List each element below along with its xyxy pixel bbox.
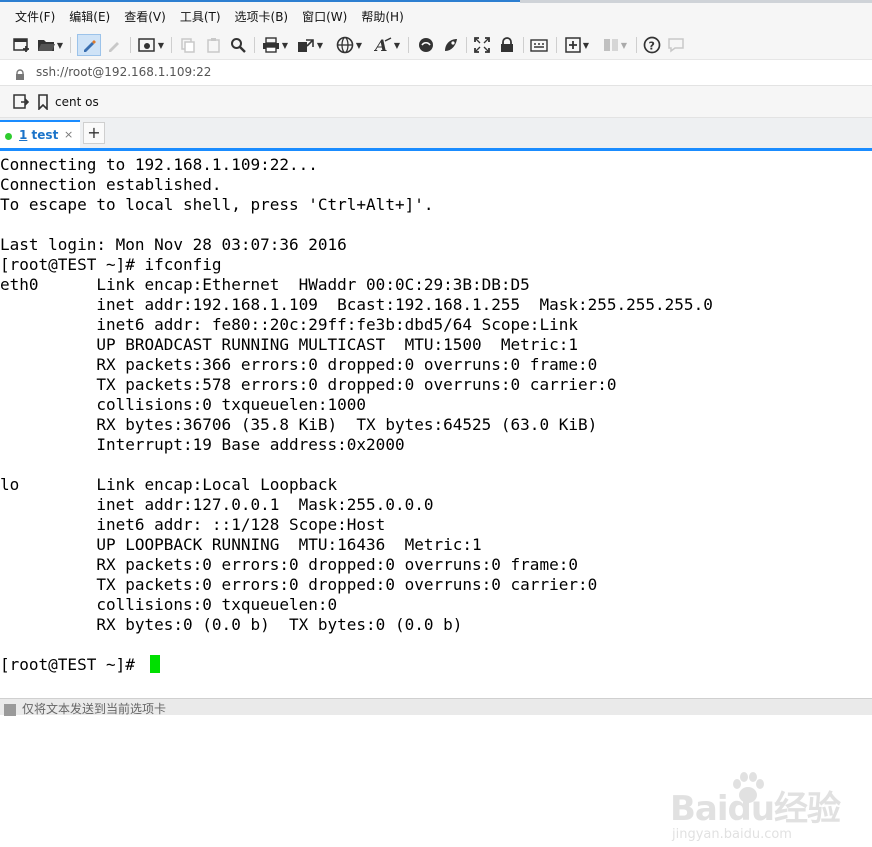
xftp-icon[interactable]	[440, 35, 462, 55]
new-tab-icon[interactable]: ▼	[562, 35, 592, 55]
terminal-line: Connection established.	[0, 175, 222, 194]
layout-icon: ▼	[600, 35, 630, 55]
tab-title: 1 test	[19, 128, 59, 142]
print-icon[interactable]: ▼	[260, 35, 290, 55]
chat-icon	[666, 35, 686, 55]
tab-bar: 1 test × +	[0, 118, 872, 148]
terminal-line: Last login: Mon Nov 28 03:07:36 2016	[0, 235, 347, 254]
terminal-line: To escape to local shell, press 'Ctrl+Al…	[0, 195, 434, 214]
terminal-line: lo Link encap:Local Loopback	[0, 475, 338, 494]
terminal-line: inet addr:192.168.1.109 Bcast:192.168.1.…	[0, 295, 713, 314]
terminal-line: RX packets:0 errors:0 dropped:0 overruns…	[0, 555, 578, 574]
find-icon[interactable]	[228, 35, 248, 55]
menu-window[interactable]: 窗口(W)	[295, 4, 354, 30]
terminal-line: inet6 addr: fe80::20c:29ff:fe3b:dbd5/64 …	[0, 315, 578, 334]
terminal-line: collisions:0 txqueuelen:0	[0, 595, 338, 614]
svg-text:A: A	[374, 37, 387, 53]
transfer-icon[interactable]: ▼	[296, 35, 324, 55]
terminal-line: TX packets:0 errors:0 dropped:0 overruns…	[0, 575, 598, 594]
terminal-line: eth0 Link encap:Ethernet HWaddr 00:0C:29…	[0, 275, 530, 294]
terminal-line: collisions:0 txqueuelen:1000	[0, 395, 367, 414]
terminal-line: RX packets:366 errors:0 dropped:0 overru…	[0, 355, 598, 374]
send-mode-icon[interactable]	[4, 704, 16, 716]
toolbar: ▼ ▼ ▼ ▼ ▼ A ▼ ▼ ▼ ?	[0, 30, 872, 60]
terminal-line: Connecting to 192.168.1.109:22...	[0, 155, 318, 174]
terminal-line: UP LOOPBACK RUNNING MTU:16436 Metric:1	[0, 535, 482, 554]
address-bar: ssh://root@192.168.1.109:22	[0, 60, 872, 86]
menu-view[interactable]: 查看(V)	[117, 4, 173, 30]
menu-bar: 文件(F) 编辑(E) 查看(V) 工具(T) 选项卡(B) 窗口(W) 帮助(…	[0, 4, 872, 30]
session-bar: cent os	[0, 86, 872, 118]
close-tab-icon[interactable]: ×	[64, 122, 73, 148]
terminal-cursor	[150, 655, 160, 673]
menu-tools[interactable]: 工具(T)	[173, 4, 228, 30]
connected-status-dot	[5, 133, 12, 140]
script-icon[interactable]	[415, 35, 437, 55]
session-link-cent-os[interactable]: cent os	[55, 86, 99, 118]
terminal-line: UP BROADCAST RUNNING MULTICAST MTU:1500 …	[0, 335, 578, 354]
terminal-line: Interrupt:19 Base address:0x2000	[0, 435, 405, 454]
new-session-icon[interactable]	[12, 35, 32, 55]
svg-text:?: ?	[649, 40, 655, 53]
menu-edit[interactable]: 编辑(E)	[62, 4, 117, 30]
status-bar: 仅将文本发送到当前选项卡	[0, 698, 872, 716]
terminal-line: TX packets:578 errors:0 dropped:0 overru…	[0, 375, 617, 394]
terminal-output[interactable]: Connecting to 192.168.1.109:22... Connec…	[0, 151, 872, 842]
disconnect-icon	[104, 35, 124, 55]
lock-icon	[15, 66, 25, 85]
status-text: 仅将文本发送到当前选项卡	[22, 702, 167, 716]
menu-help[interactable]: 帮助(H)	[354, 4, 410, 30]
properties-icon[interactable]: ▼	[137, 35, 165, 55]
terminal-prompt: [root@TEST ~]#	[0, 655, 145, 674]
open-folder-icon[interactable]: ▼	[36, 35, 64, 55]
new-tab-button[interactable]: +	[83, 122, 105, 144]
terminal-line: RX bytes:0 (0.0 b) TX bytes:0 (0.0 b)	[0, 615, 463, 634]
terminal-line: [root@TEST ~]# ifconfig	[0, 255, 222, 274]
terminal-line: inet addr:127.0.0.1 Mask:255.0.0.0	[0, 495, 434, 514]
menu-tabs[interactable]: 选项卡(B)	[228, 4, 296, 30]
keyboard-icon[interactable]	[528, 35, 550, 55]
reconnect-icon[interactable]	[77, 34, 101, 56]
bookmark-icon	[37, 94, 49, 114]
address-url[interactable]: ssh://root@192.168.1.109:22	[36, 60, 211, 85]
session-manager-icon[interactable]	[13, 94, 30, 114]
terminal-line: inet6 addr: ::1/128 Scope:Host	[0, 515, 386, 534]
lock-icon[interactable]	[497, 35, 517, 55]
font-icon[interactable]: A ▼	[372, 35, 402, 55]
paste-icon	[204, 35, 224, 55]
globe-icon[interactable]: ▼	[334, 35, 364, 55]
baidu-watermark: Baidu经验 jingyan.baidu.com	[668, 771, 868, 847]
watermark-site: jingyan.baidu.com	[672, 827, 792, 842]
tab-test[interactable]: 1 test ×	[0, 120, 80, 148]
watermark-brand: Baidu经验	[670, 789, 841, 829]
fullscreen-icon[interactable]	[472, 35, 492, 55]
help-icon[interactable]: ?	[642, 35, 662, 55]
copy-icon	[178, 35, 198, 55]
terminal-line: RX bytes:36706 (35.8 KiB) TX bytes:64525…	[0, 415, 598, 434]
menu-file[interactable]: 文件(F)	[8, 4, 62, 30]
